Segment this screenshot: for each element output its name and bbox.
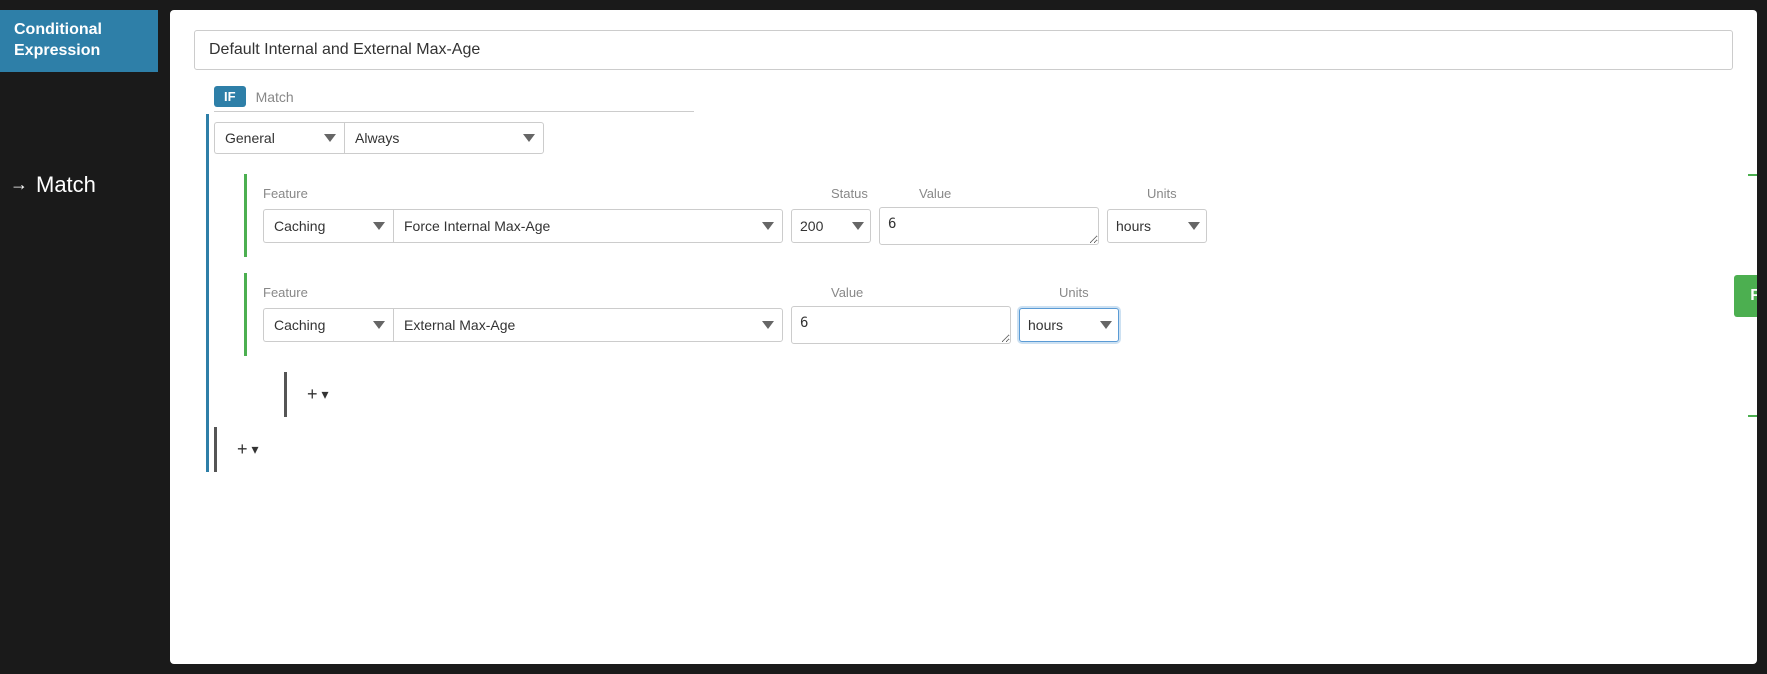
feature-block-2-selects: Caching External Max-Age hours minutes s… bbox=[263, 306, 1717, 344]
units-select-1[interactable]: hours minutes seconds days bbox=[1107, 209, 1207, 243]
if-separator bbox=[214, 111, 694, 112]
add-feature-row: + ▾ bbox=[284, 372, 1733, 417]
title-input[interactable] bbox=[194, 30, 1733, 70]
feature-block-1: Feature Status Value Units Caching Force… bbox=[244, 174, 1733, 257]
value-label-2: Value bbox=[831, 285, 1051, 300]
feature-block-1-labels: Feature Status Value Units bbox=[263, 186, 1717, 201]
feature-type-select-1[interactable]: Caching bbox=[263, 209, 393, 243]
status-select-1[interactable]: 200 bbox=[791, 209, 871, 243]
feature-block-2: Feature Value Units Caching External Max… bbox=[244, 273, 1733, 356]
main-content: IF Match General Always Feature Status V… bbox=[170, 10, 1757, 664]
add-outer-button[interactable]: + ▾ bbox=[229, 435, 267, 464]
match-arrow: → bbox=[10, 174, 28, 195]
plus-icon: + bbox=[307, 384, 318, 405]
value-label-1: Value bbox=[919, 186, 1139, 201]
left-panel: Conditional Expression → Match bbox=[0, 0, 170, 674]
if-match-label-text: Match bbox=[256, 89, 294, 105]
feature-label-1: Feature bbox=[263, 186, 823, 201]
general-select[interactable]: General bbox=[214, 122, 344, 154]
match-selects-row: General Always bbox=[214, 122, 1733, 154]
units-label-1: Units bbox=[1147, 186, 1267, 201]
value-textarea-2[interactable] bbox=[791, 306, 1011, 344]
feature-block-1-selects: Caching Force Internal Max-Age 200 hours… bbox=[263, 207, 1717, 245]
features-wrapper: Feature Status Value Units Caching Force… bbox=[244, 174, 1733, 417]
conditional-expression-badge: Conditional Expression bbox=[0, 10, 158, 72]
if-badge: IF bbox=[214, 86, 246, 107]
add-outer-row: + ▾ bbox=[214, 427, 1733, 472]
match-label: → Match bbox=[10, 172, 96, 198]
if-row: IF Match bbox=[214, 86, 1733, 107]
add-feature-button[interactable]: + ▾ bbox=[299, 380, 337, 409]
outer-plus-icon: + bbox=[237, 439, 248, 460]
units-label-2: Units bbox=[1059, 285, 1179, 300]
units-select-2[interactable]: hours minutes seconds days bbox=[1019, 308, 1119, 342]
outer-dropdown-arrow-icon: ▾ bbox=[252, 441, 259, 458]
feature-label-2: Feature bbox=[263, 285, 823, 300]
always-select[interactable]: Always bbox=[344, 122, 544, 154]
feature-block-2-labels: Feature Value Units bbox=[263, 285, 1717, 300]
feature-name-select-2[interactable]: External Max-Age bbox=[393, 308, 783, 342]
value-textarea-1[interactable] bbox=[879, 207, 1099, 245]
dropdown-arrow-icon: ▾ bbox=[322, 386, 329, 403]
vertical-connector bbox=[206, 114, 209, 472]
features-side-label: Features bbox=[1734, 275, 1757, 317]
status-label-1: Status bbox=[831, 186, 911, 201]
feature-name-select-1[interactable]: Force Internal Max-Age bbox=[393, 209, 783, 243]
feature-type-select-2[interactable]: Caching bbox=[263, 308, 393, 342]
